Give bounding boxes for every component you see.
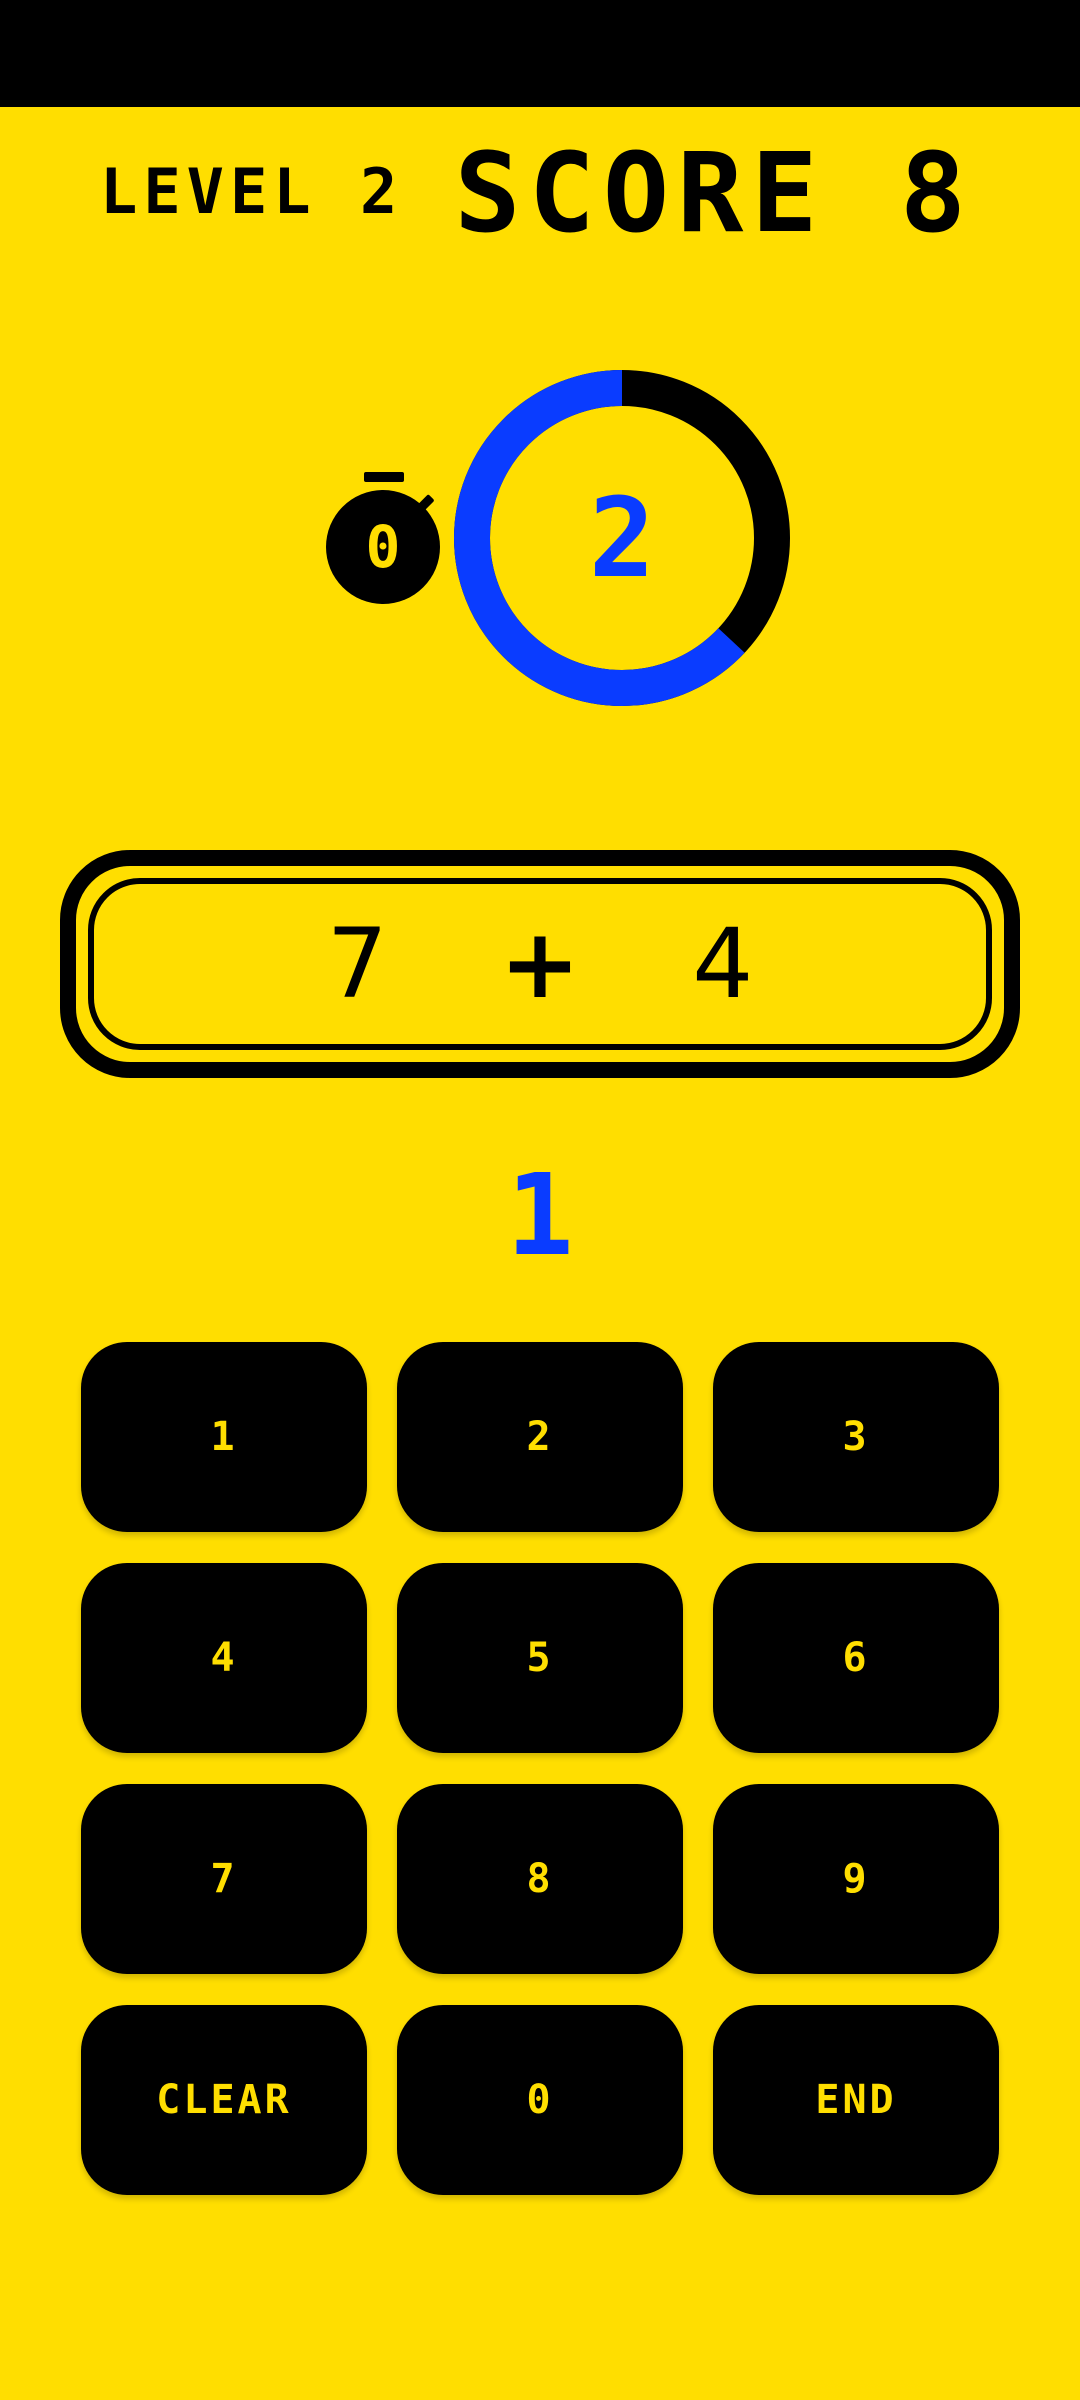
key-6[interactable]: 6 [713, 1563, 999, 1753]
key-8[interactable]: 8 [397, 1784, 683, 1974]
operator: + [499, 908, 581, 1020]
timer-value: 2 [588, 474, 656, 602]
problem-equation: 7 + 4 [76, 866, 1004, 1062]
keypad: 1 2 3 4 5 6 7 8 9 CLEAR 0 END [81, 1342, 999, 2195]
clear-button[interactable]: CLEAR [81, 2005, 367, 2195]
score-label: SCORE 8 [454, 129, 974, 257]
key-9[interactable]: 9 [713, 1784, 999, 1974]
key-1[interactable]: 1 [81, 1342, 367, 1532]
operand-a: 7 [326, 908, 388, 1020]
operand-b: 4 [692, 908, 754, 1020]
problem-box: 7 + 4 [60, 850, 1020, 1078]
end-button[interactable]: END [713, 2005, 999, 2195]
level-label: LEVEL 2 [100, 155, 404, 228]
key-2[interactable]: 2 [397, 1342, 683, 1532]
stopwatch-count: 0 [365, 513, 401, 581]
key-4[interactable]: 4 [81, 1563, 367, 1753]
status-bar [0, 0, 1080, 107]
key-3[interactable]: 3 [713, 1342, 999, 1532]
key-5[interactable]: 5 [397, 1563, 683, 1753]
answer-display: 1 [506, 1151, 574, 1281]
key-7[interactable]: 7 [81, 1784, 367, 1974]
key-0[interactable]: 0 [397, 2005, 683, 2195]
